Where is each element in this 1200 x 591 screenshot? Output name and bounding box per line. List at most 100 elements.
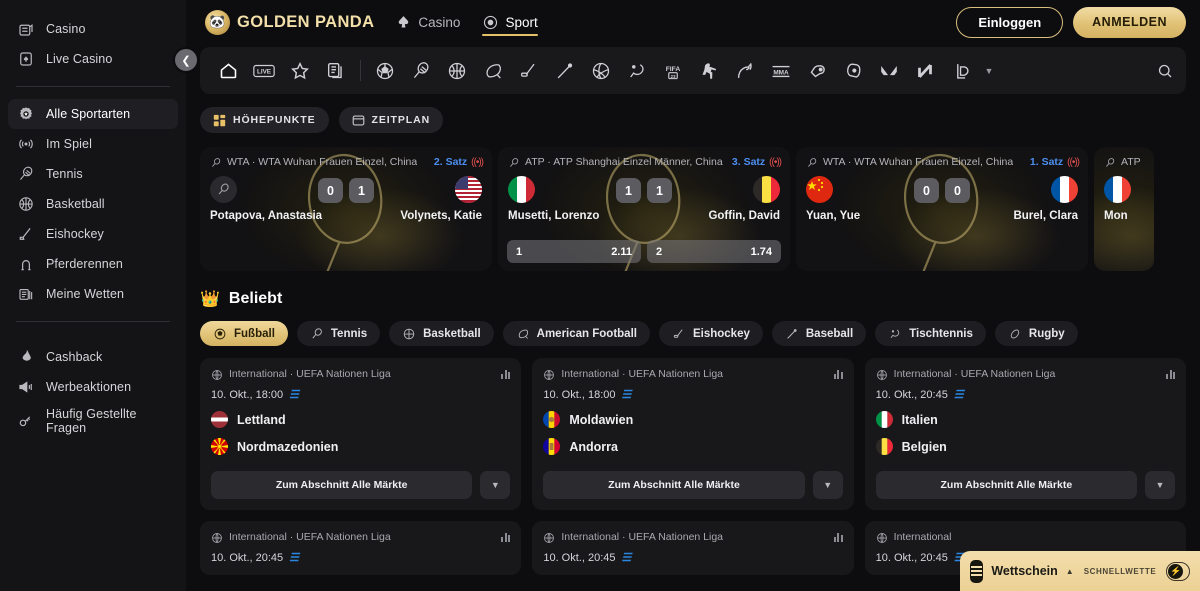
live-signal-icon: ((•))	[1067, 156, 1080, 168]
live-card-names: Mon	[1094, 203, 1154, 222]
match-league: International · UEFA Nationen Liga	[561, 531, 724, 543]
sidebar-item-werbeaktionen[interactable]: Werbeaktionen	[8, 372, 178, 402]
counter-strike-icon[interactable]	[691, 51, 727, 91]
match-card-header: International	[876, 531, 1175, 543]
chevron-down-icon[interactable]: ▼	[1145, 471, 1175, 499]
tab-casino[interactable]: Casino	[395, 0, 460, 44]
popular-sport-filters: Fußball Tennis Basketball American Footb…	[186, 309, 1200, 346]
tab-zeitplan[interactable]: ZEITPLAN	[338, 107, 444, 133]
sidebar-item-faq[interactable]: Häufig Gestellte Fragen	[8, 402, 178, 440]
tab-sport[interactable]: Sport	[482, 0, 539, 44]
odd-button-2[interactable]: 2 1.74	[647, 240, 781, 263]
match-card-header: International · UEFA Nationen Liga	[543, 368, 843, 380]
sport-chip-basketball[interactable]: Basketball	[389, 321, 494, 346]
football-icon[interactable]	[367, 51, 403, 91]
match-datetime-row: 10. Okt., 18:00 ☰	[211, 388, 510, 402]
stats-bars-icon[interactable]	[1166, 369, 1175, 379]
sport-chip-rugby[interactable]: Rugby	[994, 321, 1078, 346]
sidebar-item-cashback[interactable]: Cashback	[8, 342, 178, 372]
chevron-down-icon[interactable]: ▼	[812, 471, 843, 499]
american-football-icon[interactable]	[475, 51, 511, 91]
tab-casino-label: Casino	[418, 14, 461, 30]
live-match-card[interactable]: ATP · ATP Shanghai Einzel Männer, China …	[498, 147, 790, 271]
sidebar-item-live-casino[interactable]: Live Casino	[8, 44, 178, 74]
match-home-team: Italien	[875, 411, 1175, 428]
ice-hockey-icon[interactable]	[511, 51, 547, 91]
sidebar-item-eishockey[interactable]: Eishockey	[8, 219, 178, 249]
sport-chip-fussball[interactable]: Fußball	[200, 321, 288, 346]
live-card-body	[1094, 168, 1154, 203]
sport-chip-american-football[interactable]: American Football	[502, 321, 650, 346]
tennis-racket-icon[interactable]	[403, 51, 439, 91]
chevron-up-icon[interactable]: ▲	[1066, 567, 1074, 576]
live-match-card-partial[interactable]: ATP Mon	[1094, 147, 1154, 271]
live-badge-icon[interactable]: LIVE	[246, 51, 282, 91]
live-broadcast-icon	[16, 135, 35, 154]
star-icon[interactable]	[282, 51, 318, 91]
sidebar-collapse-button[interactable]: ❮	[173, 47, 199, 73]
all-markets-button[interactable]: Zum Abschnitt Alle Märkte	[875, 471, 1137, 499]
svg-text:LIVE: LIVE	[257, 68, 271, 75]
quickbet-toggle[interactable]: ⚡	[1166, 561, 1190, 581]
sport-chip-baseball[interactable]: Baseball	[771, 321, 867, 346]
stats-bars-icon[interactable]	[501, 369, 511, 379]
esports-icon[interactable]	[835, 51, 871, 91]
brand-logo[interactable]: 🐼 GOLDEN PANDA	[205, 9, 374, 35]
all-markets-button[interactable]: Zum Abschnitt Alle Märkte	[211, 471, 473, 499]
sidebar-item-alle-sportarten[interactable]: Alle Sportarten	[8, 99, 178, 129]
match-datetime-row: 10. Okt., 20:45 ☰	[543, 551, 842, 565]
match-card[interactable]: International · UEFA Nationen Liga 10. O…	[532, 521, 854, 575]
stats-bars-icon[interactable]	[833, 369, 843, 379]
sidebar-item-tennis[interactable]: Tennis	[8, 159, 178, 189]
chevron-down-icon[interactable]: ▼	[979, 51, 999, 91]
sidebar-item-casino[interactable]: Casino	[8, 14, 178, 44]
horse-racing-icon[interactable]	[727, 51, 763, 91]
betslip-bar[interactable]: Wettschein ▲ SCHNELLWETTE ⚡	[960, 551, 1200, 591]
valorant-icon[interactable]	[871, 51, 907, 91]
tab-hoehepunkte-label: HÖHEPUNKTE	[233, 114, 316, 126]
live-match-card[interactable]: WTA · WTA Wuhan Frauen Einzel, China 1. …	[796, 147, 1088, 271]
home-team-name: Italien	[901, 412, 938, 427]
fifa-icon[interactable]: FIFA 23	[655, 51, 691, 91]
basketball-icon[interactable]	[439, 51, 475, 91]
boxing-glove-icon[interactable]	[799, 51, 835, 91]
home-flag-placeholder-icon	[210, 176, 237, 203]
live-match-card[interactable]: WTA · WTA Wuhan Frauen Einzel, China 2. …	[200, 147, 492, 271]
documents-icon[interactable]	[318, 51, 354, 91]
mma-icon[interactable]: MMA	[763, 51, 799, 91]
sidebar-item-pferderennen[interactable]: Pferderennen	[8, 249, 178, 279]
sport-chip-tischtennis[interactable]: Tischtennis	[875, 321, 986, 346]
volleyball-icon[interactable]	[583, 51, 619, 91]
match-card-footer: Zum Abschnitt Alle Märkte ▼	[543, 471, 843, 499]
stats-bars-icon[interactable]	[833, 532, 843, 542]
sidebar-item-meine-wetten[interactable]: Meine Wetten	[8, 279, 178, 309]
table-tennis-icon[interactable]	[619, 51, 655, 91]
search-icon[interactable]	[1151, 57, 1178, 84]
baseball-icon[interactable]	[547, 51, 583, 91]
tennis-racket-icon	[210, 156, 222, 168]
live-matches-carousel[interactable]: WTA · WTA Wuhan Frauen Einzel, China 2. …	[186, 133, 1200, 273]
home-flag-cn	[806, 176, 833, 203]
sport-chip-tennis[interactable]: Tennis	[296, 321, 381, 346]
odd-button-1[interactable]: 1 2.11	[507, 240, 641, 263]
nba2k-icon[interactable]	[907, 51, 943, 91]
all-markets-button[interactable]: Zum Abschnitt Alle Märkte	[543, 471, 805, 499]
match-card[interactable]: International · UEFA Nationen Liga 10. O…	[200, 521, 522, 575]
match-card[interactable]: International · UEFA Nationen Liga 10. O…	[532, 358, 854, 510]
home-icon[interactable]	[210, 51, 246, 91]
match-home-team: Moldawien	[543, 411, 842, 428]
chevron-down-icon[interactable]: ▼	[480, 471, 511, 499]
tab-hoehepunkte[interactable]: HÖHEPUNKTE	[200, 107, 329, 133]
match-card[interactable]: International · UEFA Nationen Liga 10. O…	[200, 358, 522, 510]
login-button[interactable]: Einloggen	[956, 6, 1064, 38]
sport-chip-eishockey[interactable]: Eishockey	[658, 321, 763, 346]
league-of-legends-icon[interactable]	[943, 51, 979, 91]
match-league: International · UEFA Nationen Liga	[229, 368, 391, 380]
match-card[interactable]: International · UEFA Nationen Liga 10. O…	[864, 358, 1186, 510]
stats-bars-icon[interactable]	[501, 532, 511, 542]
match-league: International · UEFA Nationen Liga	[893, 368, 1056, 380]
home-name: Yuan, Yue	[806, 210, 861, 222]
sidebar-item-basketball[interactable]: Basketball	[8, 189, 178, 219]
sidebar-item-im-spiel[interactable]: Im Spiel	[8, 129, 178, 159]
register-button[interactable]: ANMELDEN	[1073, 6, 1186, 38]
